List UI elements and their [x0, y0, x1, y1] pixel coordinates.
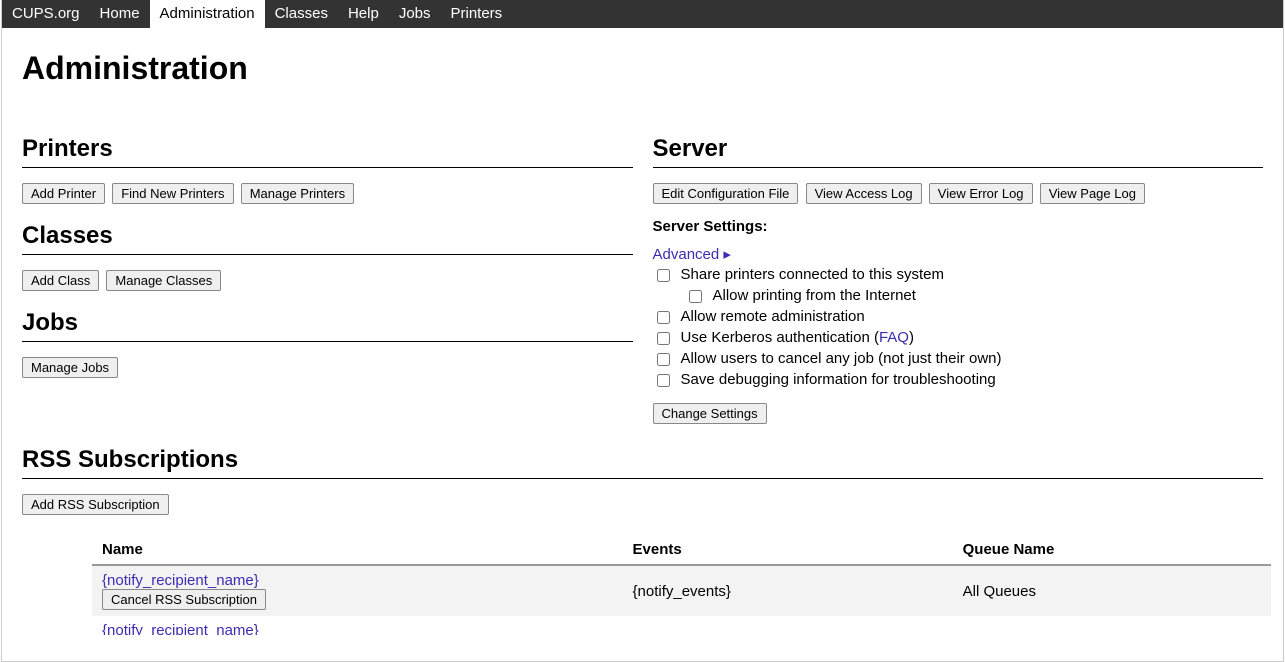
nav-brand[interactable]: CUPS.org: [2, 0, 90, 28]
view-page-log-button[interactable]: View Page Log: [1040, 183, 1145, 204]
nav-home[interactable]: Home: [90, 0, 150, 28]
manage-classes-button[interactable]: Manage Classes: [106, 270, 221, 291]
left-column: Printers Add Printer Find New Printers M…: [22, 117, 633, 424]
view-access-log-button[interactable]: View Access Log: [806, 183, 922, 204]
share-printers-label: Share printers connected to this system: [681, 266, 944, 283]
add-class-button[interactable]: Add Class: [22, 270, 99, 291]
kerberos-checkbox[interactable]: [657, 332, 670, 345]
table-row: {notify_recipient_name} Cancel RSS Subsc…: [92, 565, 1271, 616]
server-heading: Server: [653, 135, 1264, 168]
jobs-heading: Jobs: [22, 309, 633, 342]
nav-jobs[interactable]: Jobs: [389, 0, 441, 28]
table-row: {notify_recipient_name}: [92, 616, 1271, 641]
debug-checkbox[interactable]: [657, 374, 670, 387]
server-settings-label: Server Settings:: [653, 218, 1264, 235]
add-printer-button[interactable]: Add Printer: [22, 183, 105, 204]
add-rss-subscription-button[interactable]: Add RSS Subscription: [22, 494, 169, 515]
rss-events-cell: {notify_events}: [623, 565, 953, 616]
triangle-right-icon: ▸: [723, 246, 731, 263]
nav-help[interactable]: Help: [338, 0, 389, 28]
rss-heading: RSS Subscriptions: [22, 446, 1263, 479]
nav-printers[interactable]: Printers: [441, 0, 513, 28]
faq-link[interactable]: FAQ: [879, 329, 909, 346]
debug-label: Save debugging information for troublesh…: [681, 371, 996, 388]
advanced-link[interactable]: Advanced: [653, 246, 720, 263]
nav-classes[interactable]: Classes: [265, 0, 338, 28]
allow-remote-checkbox[interactable]: [657, 311, 670, 324]
top-navbar: CUPS.org Home Administration Classes Hel…: [2, 0, 1283, 28]
share-printers-checkbox[interactable]: [657, 269, 670, 282]
cancel-any-label: Allow users to cancel any job (not just …: [681, 350, 1002, 367]
classes-heading: Classes: [22, 222, 633, 255]
manage-printers-button[interactable]: Manage Printers: [241, 183, 354, 204]
kerberos-label: Use Kerberos authentication (FAQ): [681, 329, 914, 346]
rss-col-queue: Queue Name: [953, 535, 1271, 565]
rss-col-events: Events: [623, 535, 953, 565]
allow-remote-label: Allow remote administration: [681, 308, 865, 325]
allow-internet-label: Allow printing from the Internet: [713, 287, 916, 304]
rss-name-link[interactable]: {notify_recipient_name}: [102, 572, 259, 589]
manage-jobs-button[interactable]: Manage Jobs: [22, 357, 118, 378]
printers-heading: Printers: [22, 135, 633, 168]
view-error-log-button[interactable]: View Error Log: [929, 183, 1033, 204]
rss-queue-cell: All Queues: [953, 565, 1271, 616]
rss-table: Name Events Queue Name {notify_recipient…: [92, 535, 1271, 641]
page-title: Administration: [22, 50, 1263, 87]
right-column: Server Edit Configuration File View Acce…: [653, 117, 1264, 424]
nav-administration[interactable]: Administration: [150, 0, 265, 28]
cancel-any-checkbox[interactable]: [657, 353, 670, 366]
change-settings-button[interactable]: Change Settings: [653, 403, 767, 424]
rss-name-link[interactable]: {notify_recipient_name}: [102, 622, 259, 635]
server-settings-list: Share printers connected to this system …: [653, 265, 1264, 391]
edit-config-button[interactable]: Edit Configuration File: [653, 183, 799, 204]
find-new-printers-button[interactable]: Find New Printers: [112, 183, 233, 204]
rss-col-name: Name: [92, 535, 623, 565]
allow-internet-checkbox[interactable]: [689, 290, 702, 303]
